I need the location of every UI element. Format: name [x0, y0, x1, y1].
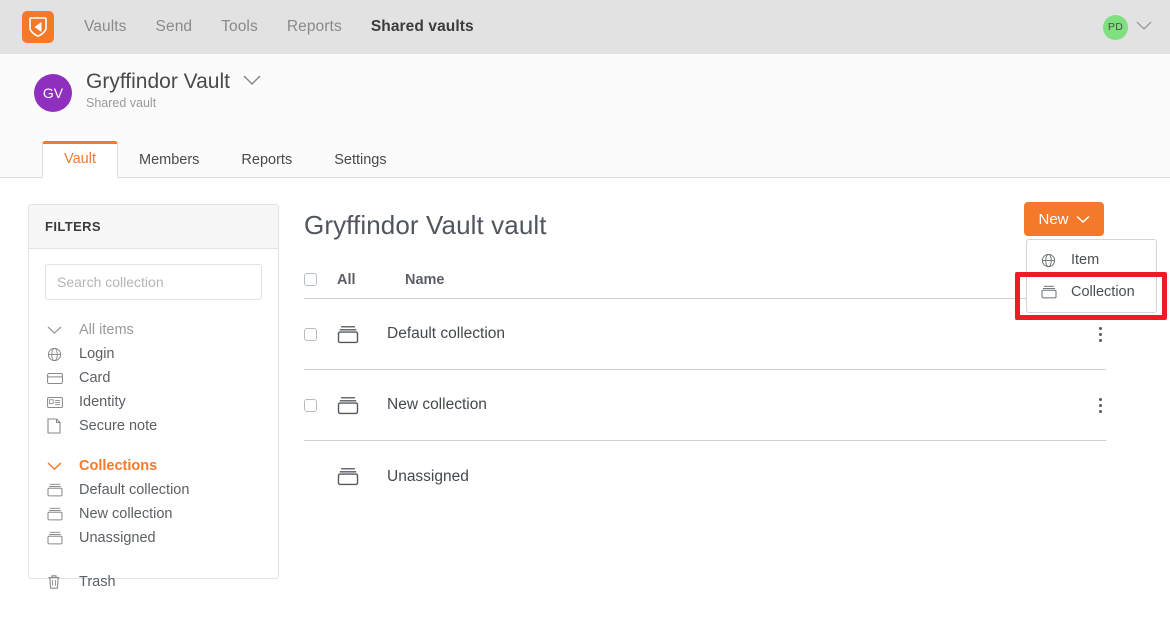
filter-item-default-collection[interactable]: Default collection [29, 478, 278, 502]
collection-icon [47, 531, 69, 545]
filter-item-identity[interactable]: Identity [29, 390, 278, 414]
filter-item-trash[interactable]: Trash [29, 570, 278, 594]
tab-reports[interactable]: Reports [220, 143, 313, 178]
filter-label: Secure note [79, 418, 158, 434]
search-collection-wrap [29, 249, 278, 304]
tab-bar: Vault Members Reports Settings [0, 140, 1170, 178]
filter-header-all-items[interactable]: All items [29, 318, 278, 342]
note-icon [47, 418, 69, 434]
nav-item-vaults[interactable]: Vaults [84, 18, 127, 36]
tab-members[interactable]: Members [118, 143, 220, 178]
page-title: Gryffindor Vault [86, 70, 230, 93]
top-navigation-bar: Vaults Send Tools Reports Shared vaults … [0, 0, 1170, 54]
filter-item-unassigned[interactable]: Unassigned [29, 526, 278, 550]
table-header-row: All Name [304, 271, 1106, 299]
row-name: Default collection [387, 325, 506, 342]
filter-spacer-trash [29, 550, 278, 562]
filter-group-all-items: All items Login Card Identity Secure not… [29, 304, 278, 438]
collection-icon [337, 325, 387, 344]
avatar[interactable]: PD [1103, 14, 1128, 40]
filter-label: Identity [79, 394, 126, 410]
filter-item-card[interactable]: Card [29, 366, 278, 390]
filter-label: Collections [79, 458, 158, 474]
chevron-down-icon [1075, 211, 1090, 228]
vault-header: GV Gryffindor Vault Shared vault [0, 54, 1170, 140]
tab-vault[interactable]: Vault [42, 141, 118, 178]
row-checkbox[interactable] [304, 398, 317, 412]
nav-item-tools[interactable]: Tools [221, 18, 258, 36]
filter-item-login[interactable]: Login [29, 342, 278, 366]
collection-icon [337, 396, 387, 415]
filters-heading: FILTERS [29, 205, 278, 249]
table-row[interactable]: Unassigned [304, 441, 1106, 512]
globe-icon [47, 347, 69, 362]
filter-label: All items [79, 322, 134, 338]
new-button[interactable]: New [1024, 202, 1104, 236]
column-header-all: All [337, 271, 356, 288]
row-checkbox-cell [304, 327, 337, 341]
collection-icon [47, 507, 69, 521]
table-row[interactable]: Default collection [304, 299, 1106, 370]
filter-label: Trash [79, 574, 116, 590]
account-menu[interactable]: PD [1103, 14, 1152, 40]
column-header-name: Name [405, 271, 445, 288]
top-nav-items: Vaults Send Tools Reports Shared vaults [84, 18, 474, 36]
filter-item-secure-note[interactable]: Secure note [29, 414, 278, 438]
menu-item-item[interactable]: Item [1027, 244, 1156, 276]
filter-label: Card [79, 370, 111, 386]
chevron-down-icon [47, 326, 69, 335]
filter-group-collections: Collections Default collection New colle… [29, 450, 278, 550]
filters-sidebar: FILTERS All items Login Card [28, 204, 279, 590]
nav-item-shared-vaults[interactable]: Shared vaults [371, 18, 474, 36]
menu-item-label: Item [1071, 252, 1100, 268]
row-options-menu-icon[interactable] [1089, 326, 1111, 342]
row-name: Unassigned [387, 467, 469, 485]
row-checkbox-cell [304, 398, 337, 412]
vault-switcher-chevron-down-icon[interactable] [242, 73, 262, 91]
menu-item-label: Collection [1071, 284, 1135, 300]
id-card-icon [47, 396, 69, 409]
filter-label: Default collection [79, 482, 190, 498]
filter-item-new-collection[interactable]: New collection [29, 502, 278, 526]
search-input[interactable] [45, 264, 262, 300]
nav-item-send[interactable]: Send [156, 18, 193, 36]
collection-icon [47, 483, 69, 497]
filter-label: Unassigned [79, 530, 156, 546]
select-all-checkbox-cell [304, 273, 337, 286]
filter-spacer [29, 438, 278, 450]
credit-card-icon [47, 372, 69, 385]
collections-table: All Name Default collection New collecti… [304, 271, 1106, 512]
bitwarden-shield-icon[interactable] [22, 11, 54, 43]
menu-item-collection[interactable]: Collection [1027, 276, 1156, 308]
globe-icon [1041, 253, 1063, 268]
filter-label: Login [79, 346, 115, 362]
new-dropdown-menu: Item Collection [1026, 239, 1157, 313]
nav-item-reports[interactable]: Reports [287, 18, 342, 36]
vault-title-block: Gryffindor Vault Shared vault [86, 70, 262, 110]
tab-settings[interactable]: Settings [313, 143, 407, 178]
vault-subtitle: Shared vault [86, 96, 157, 111]
content-area: FILTERS All items Login Card [0, 178, 1170, 590]
select-all-checkbox[interactable] [304, 273, 317, 286]
new-button-label: New [1038, 210, 1069, 228]
chevron-down-icon[interactable] [1136, 18, 1152, 36]
collection-icon [1041, 285, 1063, 299]
vault-avatar: GV [34, 74, 72, 112]
chevron-down-icon [47, 461, 69, 471]
row-name: New collection [387, 396, 487, 413]
table-row[interactable]: New collection [304, 370, 1106, 441]
filter-label: New collection [79, 506, 173, 522]
trash-icon [47, 574, 69, 590]
collection-icon [337, 467, 387, 486]
row-options-menu-icon[interactable] [1089, 397, 1111, 413]
row-checkbox[interactable] [304, 327, 317, 341]
filter-header-collections[interactable]: Collections [29, 454, 278, 478]
